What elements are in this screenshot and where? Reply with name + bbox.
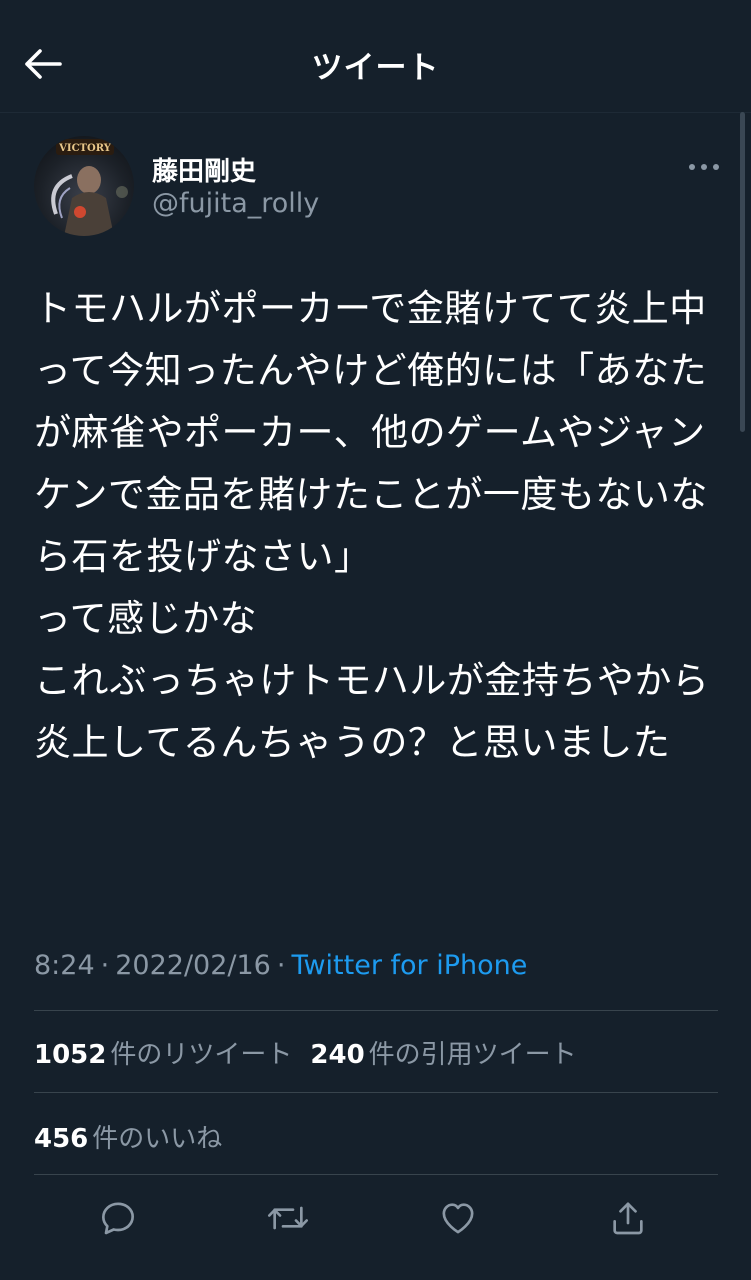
likes-label: 件のいいね (92, 1124, 223, 1154)
retweet-button[interactable] (260, 1190, 316, 1246)
quotes-label: 件の引用ツイート (368, 1040, 577, 1070)
tweet-actions (34, 1190, 718, 1246)
likes-stat[interactable]: 456 件のいいね (34, 1124, 222, 1154)
username[interactable]: @fujita_rolly (152, 188, 319, 219)
divider (34, 1010, 718, 1011)
share-icon (613, 1202, 643, 1235)
tweet-time: 8:24 (34, 950, 95, 981)
retweets-stat[interactable]: 1052 件のリツイート (34, 1040, 292, 1070)
retweets-label: 件のリツイート (110, 1040, 293, 1070)
share-button[interactable] (600, 1190, 656, 1246)
tweet-date: 2022/02/16 (115, 950, 271, 981)
meta-separator: · (276, 950, 286, 981)
tweet-author: VICTORY 藤田剛史 @fujita_rolly (34, 136, 724, 236)
tweet-text: トモハルがポーカーで金賭けてて炎上中って今知ったんやけど俺的には「あなたが麻雀や… (34, 287, 710, 764)
more-button[interactable] (684, 152, 724, 182)
likes-count: 456 (34, 1124, 89, 1154)
divider (34, 1174, 718, 1175)
quotes-count: 240 (310, 1040, 365, 1070)
quotes-stat[interactable]: 240 件の引用ツイート (310, 1040, 576, 1070)
likes-row: 456 件のいいね (34, 1118, 222, 1155)
avatar-image: VICTORY (51, 139, 128, 236)
page-title: ツイート (311, 50, 440, 86)
stats-row: 1052 件のリツイート 240 件の引用ツイート (34, 1034, 577, 1071)
top-bar: ツイート (0, 0, 751, 113)
retweets-count: 1052 (34, 1040, 107, 1070)
divider (34, 1092, 718, 1093)
retweet-icon (268, 1206, 308, 1230)
tweet-source-link[interactable]: Twitter for iPhone (291, 950, 527, 981)
svg-text:VICTORY: VICTORY (58, 143, 112, 154)
scrollbar[interactable] (740, 112, 745, 432)
display-name[interactable]: 藤田剛史 (152, 151, 256, 188)
avatar[interactable]: VICTORY (34, 136, 134, 236)
reply-button[interactable] (90, 1190, 146, 1246)
reply-icon (102, 1202, 135, 1235)
like-button[interactable] (430, 1190, 486, 1246)
like-icon (442, 1203, 474, 1234)
tweet-meta: 8:24 · 2022/02/16 · Twitter for iPhone (34, 950, 527, 981)
more-horizontal-icon (689, 164, 719, 170)
meta-separator: · (100, 950, 110, 981)
